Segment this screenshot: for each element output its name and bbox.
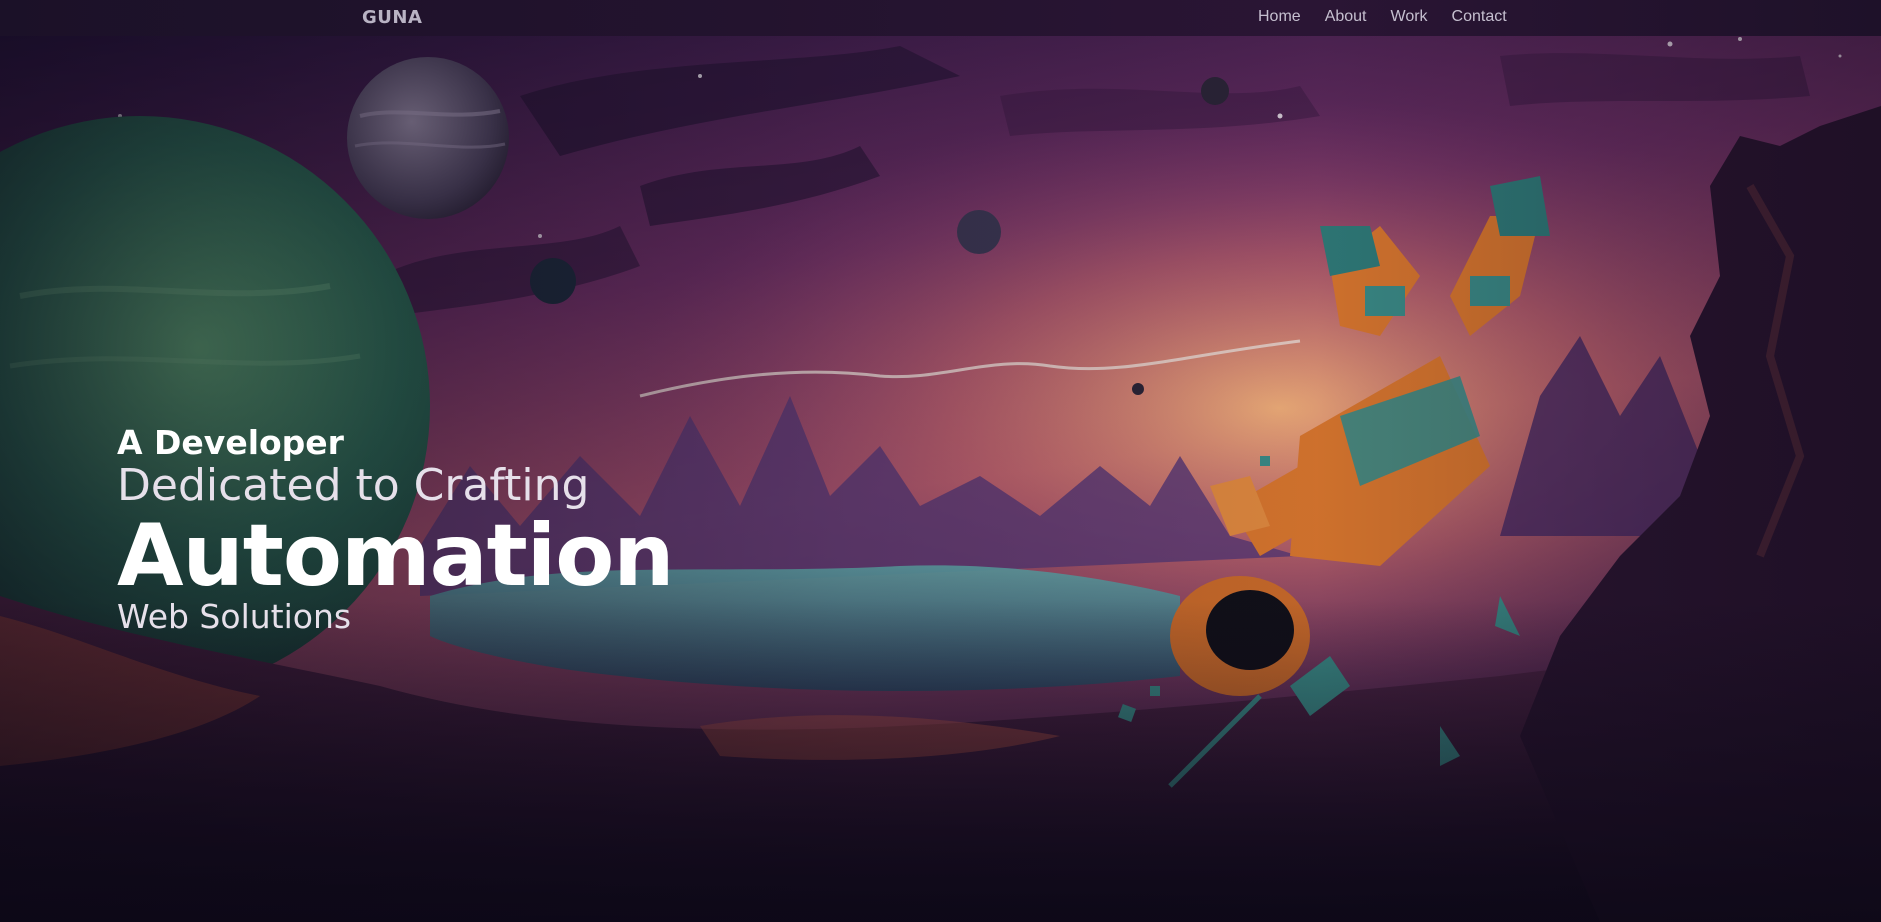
brand-logo[interactable]: GUNA (362, 7, 422, 28)
hero-line-dedicated: Dedicated to Crafting (117, 460, 590, 512)
nav-link-about[interactable]: About (1325, 8, 1367, 26)
nav-link-work[interactable]: Work (1391, 8, 1428, 26)
page: GUNA Home About Work Contact A Developer… (0, 0, 1881, 922)
nav-link-contact[interactable]: Contact (1452, 8, 1507, 26)
hero-line-developer: A Developer (117, 423, 344, 462)
nav-links: Home About Work Contact (1258, 8, 1507, 26)
top-navbar: GUNA Home About Work Contact (0, 0, 1881, 36)
hero-heading: A Developer Dedicated to Crafting Automa… (117, 423, 675, 636)
hero-line-automation: Automation (117, 506, 675, 607)
nav-link-home[interactable]: Home (1258, 8, 1301, 26)
